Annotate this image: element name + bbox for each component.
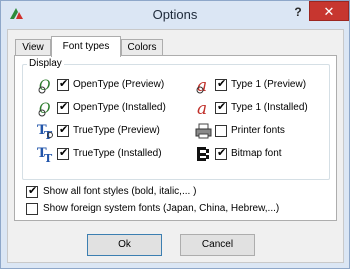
opentype-preview-label: OpenType (Preview) bbox=[73, 79, 165, 90]
check-mark: ✔ bbox=[59, 101, 69, 113]
type1-icon: a bbox=[196, 76, 207, 94]
check-mark: ✔ bbox=[217, 147, 227, 159]
svg-text:T: T bbox=[44, 129, 53, 140]
bitmap-font-label: Bitmap font bbox=[231, 148, 282, 159]
opentype-installed-checkbox[interactable]: ✔ bbox=[57, 101, 69, 114]
check-mark: ✔ bbox=[59, 78, 69, 90]
opentype-preview-checkbox[interactable]: ✔ bbox=[57, 78, 69, 91]
truetype-installed-option[interactable]: T T ✔ TrueType (Installed) bbox=[37, 146, 162, 163]
show-all-styles-checkbox[interactable]: ✔ bbox=[26, 185, 38, 198]
type1-installed-checkbox[interactable]: ✔ bbox=[215, 101, 227, 114]
printer-fonts-option[interactable]: Printer fonts bbox=[195, 123, 315, 139]
tab-font-types[interactable]: Font types bbox=[51, 36, 121, 57]
opentype-preview-option[interactable]: O ✔ OpenType (Preview) bbox=[37, 77, 164, 94]
help-button[interactable]: ? bbox=[289, 4, 307, 20]
truetype-preview-checkbox[interactable]: ✔ bbox=[57, 124, 69, 137]
title-bar: Options ? ✕ bbox=[1, 1, 349, 27]
svg-text:a: a bbox=[197, 99, 207, 117]
printer-fonts-label: Printer fonts bbox=[231, 125, 285, 136]
check-mark: ✔ bbox=[59, 124, 69, 136]
show-foreign-fonts-option[interactable]: Show foreign system fonts (Japan, China,… bbox=[26, 202, 331, 216]
ok-button[interactable]: Ok bbox=[87, 234, 162, 256]
type1-preview-option[interactable]: a ✔ Type 1 (Preview) bbox=[195, 76, 315, 94]
type1-installed-icon: a bbox=[197, 99, 207, 117]
opentype-installed-option[interactable]: O ✔ OpenType (Installed) bbox=[37, 100, 166, 117]
options-dialog: Options ? ✕ View Font types Colors Displ… bbox=[0, 0, 350, 269]
font-types-panel: Display O ✔ OpenType (Preview) O ✔ OpenT… bbox=[14, 55, 337, 221]
truetype-installed-checkbox[interactable]: ✔ bbox=[57, 147, 69, 160]
display-group-label: Display bbox=[27, 58, 64, 69]
opentype-installed-icon: O bbox=[38, 101, 51, 117]
show-all-styles-label: Show all font styles (bold, italic,... ) bbox=[43, 186, 197, 197]
type1-preview-label: Type 1 (Preview) bbox=[231, 79, 307, 90]
dialog-body: View Font types Colors Display O ✔ OpenT… bbox=[7, 29, 344, 263]
type1-installed-option[interactable]: a ✔ Type 1 (Installed) bbox=[195, 99, 315, 117]
type1-installed-label: Type 1 (Installed) bbox=[231, 102, 308, 113]
bitmap-font-checkbox[interactable]: ✔ bbox=[215, 147, 227, 160]
bitmap-font-icon bbox=[197, 147, 209, 161]
printer-fonts-checkbox[interactable] bbox=[215, 125, 227, 137]
show-foreign-fonts-checkbox[interactable] bbox=[26, 203, 38, 215]
show-all-styles-option[interactable]: ✔ Show all font styles (bold, italic,...… bbox=[26, 185, 326, 199]
check-mark: ✔ bbox=[59, 147, 69, 159]
printer-icon bbox=[195, 123, 212, 139]
check-mark: ✔ bbox=[28, 185, 38, 197]
show-foreign-fonts-label: Show foreign system fonts (Japan, China,… bbox=[43, 203, 280, 214]
opentype-icon: O bbox=[38, 78, 51, 94]
svg-text:T: T bbox=[44, 152, 53, 163]
bitmap-font-option[interactable]: ✔ Bitmap font bbox=[195, 146, 315, 162]
svg-text:a: a bbox=[197, 76, 207, 94]
check-mark: ✔ bbox=[217, 78, 227, 90]
truetype-preview-option[interactable]: T T ✔ TrueType (Preview) bbox=[37, 123, 160, 140]
truetype-installed-icon: T T bbox=[37, 146, 53, 163]
type1-preview-checkbox[interactable]: ✔ bbox=[215, 78, 227, 91]
truetype-preview-label: TrueType (Preview) bbox=[73, 125, 160, 136]
tab-colors[interactable]: Colors bbox=[121, 39, 163, 56]
truetype-installed-label: TrueType (Installed) bbox=[73, 148, 162, 159]
check-mark: ✔ bbox=[217, 101, 227, 113]
truetype-icon: T T bbox=[37, 123, 53, 140]
cancel-button[interactable]: Cancel bbox=[180, 234, 255, 256]
close-button[interactable]: ✕ bbox=[309, 1, 349, 21]
opentype-installed-label: OpenType (Installed) bbox=[73, 102, 166, 113]
tab-view[interactable]: View bbox=[15, 39, 51, 56]
display-group: Display O ✔ OpenType (Preview) O ✔ OpenT… bbox=[22, 58, 330, 180]
